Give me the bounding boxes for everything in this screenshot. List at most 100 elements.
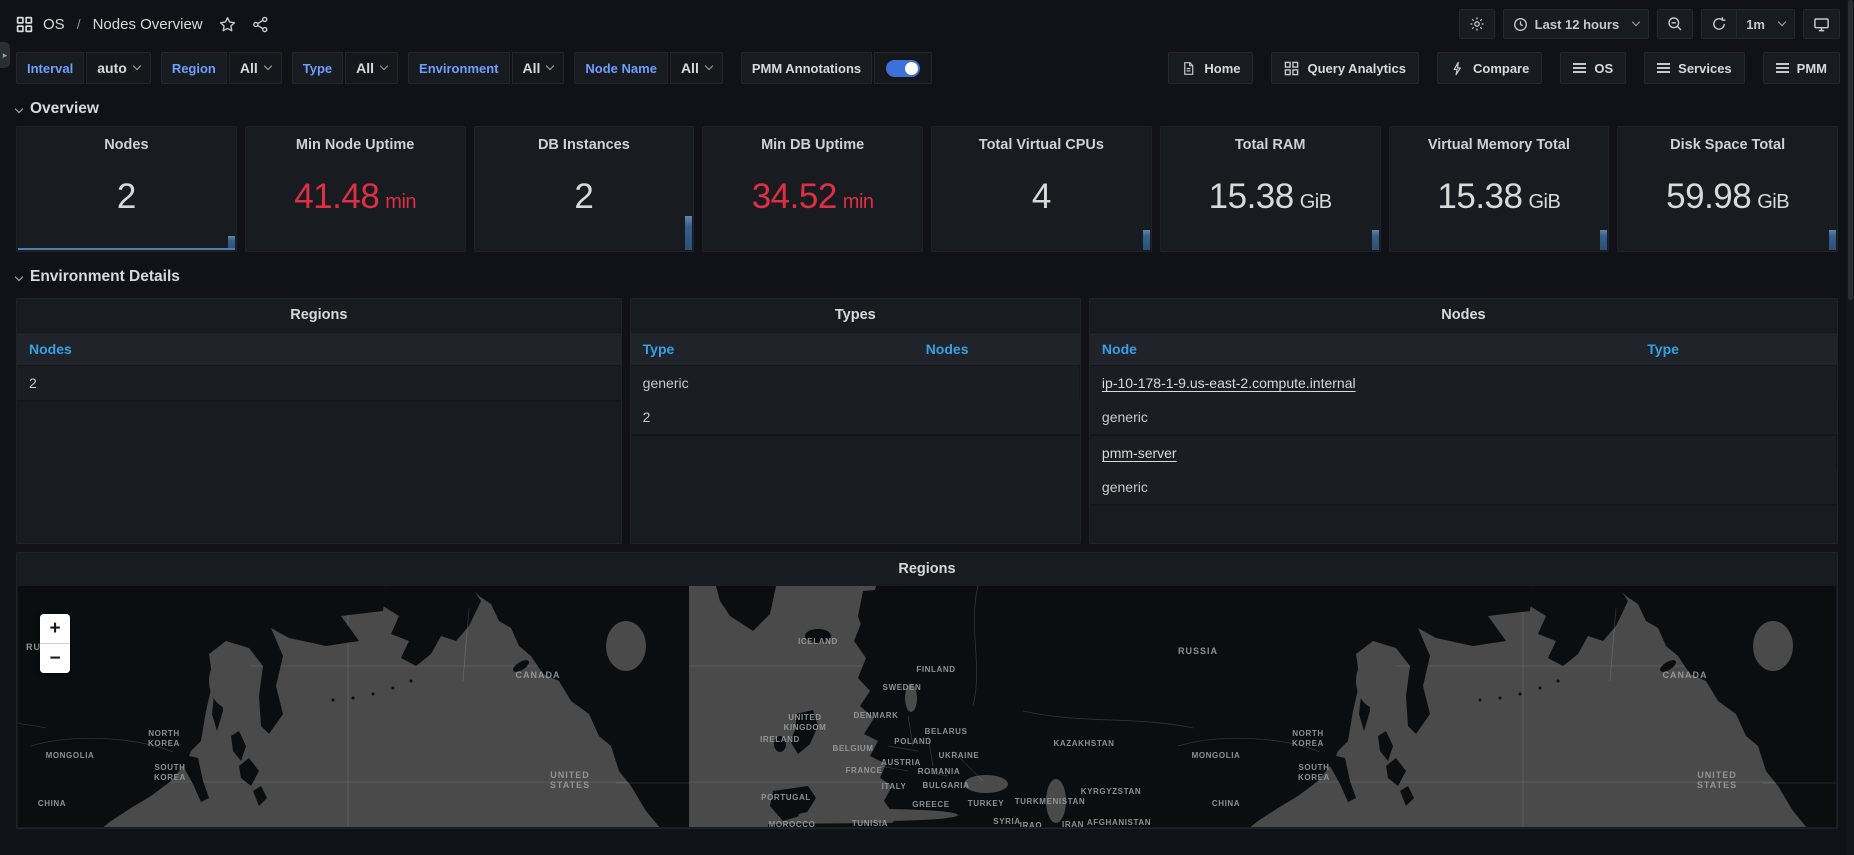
sidebar-expand-tab[interactable]: ▸ (0, 42, 10, 68)
menu-icon (1573, 63, 1586, 73)
column-header-node[interactable]: Node (1090, 333, 1635, 365)
map-label-syria: SYRIA (993, 817, 1020, 826)
pmm-annotations-toggle[interactable] (874, 52, 932, 84)
nav-os-button[interactable]: OS (1560, 52, 1626, 84)
column-header-type[interactable]: Type (631, 333, 914, 365)
apps-grid-icon[interactable] (16, 16, 33, 33)
page-scrollbar[interactable] (1847, 0, 1854, 855)
stat-panel-min-db-uptime: Min DB Uptime34.52min (702, 126, 923, 252)
filter-environment: EnvironmentAll (408, 52, 564, 84)
table-row: ip-10-178-1-9.us-east-2.compute.internal… (1090, 366, 1837, 436)
map-label-china: CHINA (1212, 799, 1240, 808)
document-icon (1181, 61, 1196, 76)
nav-services-button[interactable]: Services (1644, 52, 1745, 84)
map-label-north-korea: NORTHKOREA (148, 729, 180, 748)
table-title: Types (631, 299, 1080, 332)
section-overview[interactable]: Overview (0, 90, 1854, 124)
filter-region-value[interactable]: All (229, 52, 282, 84)
map-label-greece: GREECE (912, 800, 949, 809)
chevron-down-icon (546, 62, 554, 70)
filter-type: TypeAll (292, 52, 398, 84)
nav-compare-button[interactable]: Compare (1437, 52, 1542, 84)
node-link[interactable]: pmm-server (1102, 445, 1177, 461)
stat-title: Virtual Memory Total (1390, 137, 1609, 153)
gear-icon (1469, 16, 1485, 32)
stat-title: Total Virtual CPUs (932, 137, 1151, 153)
map-label-france: FRANCE (846, 766, 883, 775)
filter-interval: Intervalauto (16, 52, 151, 84)
nav-query-analytics-button[interactable]: Query Analytics (1271, 52, 1419, 84)
map-zoom-control: + − (40, 614, 70, 673)
chevron-down-icon (264, 62, 272, 70)
filter-node-name: Node NameAll (574, 52, 722, 84)
chevron-down-icon (705, 62, 713, 70)
favorite-star-icon[interactable] (219, 16, 236, 33)
filter-interval-value[interactable]: auto (86, 52, 151, 84)
stat-title: Min Node Uptime (246, 137, 465, 153)
toggle-on (886, 60, 920, 77)
map-label-afghanistan: AFGHANISTAN (1087, 818, 1151, 827)
filter-region: RegionAll (161, 52, 282, 84)
map-label-portugal: PORTUGAL (761, 793, 811, 802)
share-icon[interactable] (252, 16, 269, 33)
menu-icon (1776, 63, 1789, 73)
node-link[interactable]: ip-10-178-1-9.us-east-2.compute.internal (1102, 375, 1356, 391)
table-title: Nodes (1090, 299, 1837, 332)
filter-node-name-value[interactable]: All (670, 52, 723, 84)
filter-type-value[interactable]: All (345, 52, 398, 84)
clock-icon (1513, 17, 1528, 32)
filter-type-label: Type (292, 52, 343, 84)
nav-home-button[interactable]: Home (1168, 52, 1253, 84)
column-header-nodes[interactable]: Nodes (914, 333, 1080, 365)
map-zoom-out-button[interactable]: − (40, 644, 70, 673)
stat-panel-disk-space-total: Disk Space Total 59.98GiB (1617, 126, 1838, 252)
sparkline-bar (1829, 230, 1836, 250)
time-range-picker[interactable]: Last 12 hours (1503, 9, 1650, 39)
breadcrumb-app[interactable]: OS (43, 16, 65, 33)
overview-stats-row: Nodes2Min Node Uptime41.48minDB Instance… (0, 124, 1854, 252)
map-label-south-korea: SOUTHKOREA (1298, 763, 1330, 782)
map-label-belarus: BELARUS (925, 727, 968, 736)
section-environment-details[interactable]: Environment Details (0, 252, 1854, 292)
table-cell: generic (1090, 400, 1837, 434)
map-label-kazakhstan: KAZAKHSTAN (1054, 739, 1115, 748)
pmm-annotations-label: PMM Annotations (741, 52, 872, 84)
regions-map-panel: Regions (16, 552, 1838, 829)
map-label-russia: RUSSIA (1178, 646, 1218, 656)
collapse-chevron-icon (15, 273, 23, 281)
column-header-type[interactable]: Type (1635, 333, 1837, 365)
table-row: pmm-server generic (1090, 436, 1837, 506)
bolt-icon (1450, 61, 1465, 76)
map-label-bulgaria: BULGARIA (922, 781, 969, 790)
stat-value: 4 (932, 177, 1151, 217)
map-label-united-states: UNITEDSTATES (1697, 770, 1737, 790)
chevron-down-icon (1632, 18, 1640, 26)
map-label-finland: FINLAND (916, 665, 955, 674)
filter-environment-value[interactable]: All (512, 52, 565, 84)
stat-value: 15.38GiB (1161, 177, 1380, 217)
map-label-belgium: BELGIUM (832, 744, 873, 753)
table-cell: generic (631, 366, 1080, 400)
dashboard-settings-button[interactable] (1459, 9, 1495, 39)
stat-value: 59.98GiB (1618, 177, 1837, 217)
table-cell: 2 (17, 366, 621, 400)
map-label-austria: AUSTRIA (881, 758, 921, 767)
column-header-nodes[interactable]: Nodes (17, 333, 621, 365)
kiosk-mode-button[interactable] (1803, 9, 1840, 39)
sparkline-bar (1600, 230, 1607, 250)
filter-node-name-label: Node Name (574, 52, 668, 84)
refresh-button[interactable] (1701, 9, 1736, 39)
stat-title: Disk Space Total (1618, 137, 1837, 153)
map-zoom-in-button[interactable]: + (40, 614, 70, 643)
sparkline-bar (685, 216, 692, 250)
table-cell: ip-10-178-1-9.us-east-2.compute.internal (1090, 366, 1837, 400)
table-cell: generic (1090, 470, 1837, 504)
table-cell: 2 (631, 400, 1080, 434)
world-map[interactable]: RUSSIAMONGOLIACHINANORTHKOREASOUTHKOREAC… (18, 586, 1836, 827)
breadcrumb: OS / Nodes Overview (16, 16, 269, 33)
nav-pmm-button[interactable]: PMM (1763, 52, 1840, 84)
refresh-interval-select[interactable]: 1m (1736, 9, 1795, 39)
zoom-out-time-button[interactable] (1657, 9, 1693, 39)
chevron-down-icon (133, 62, 141, 70)
time-range-label: Last 12 hours (1535, 17, 1620, 32)
